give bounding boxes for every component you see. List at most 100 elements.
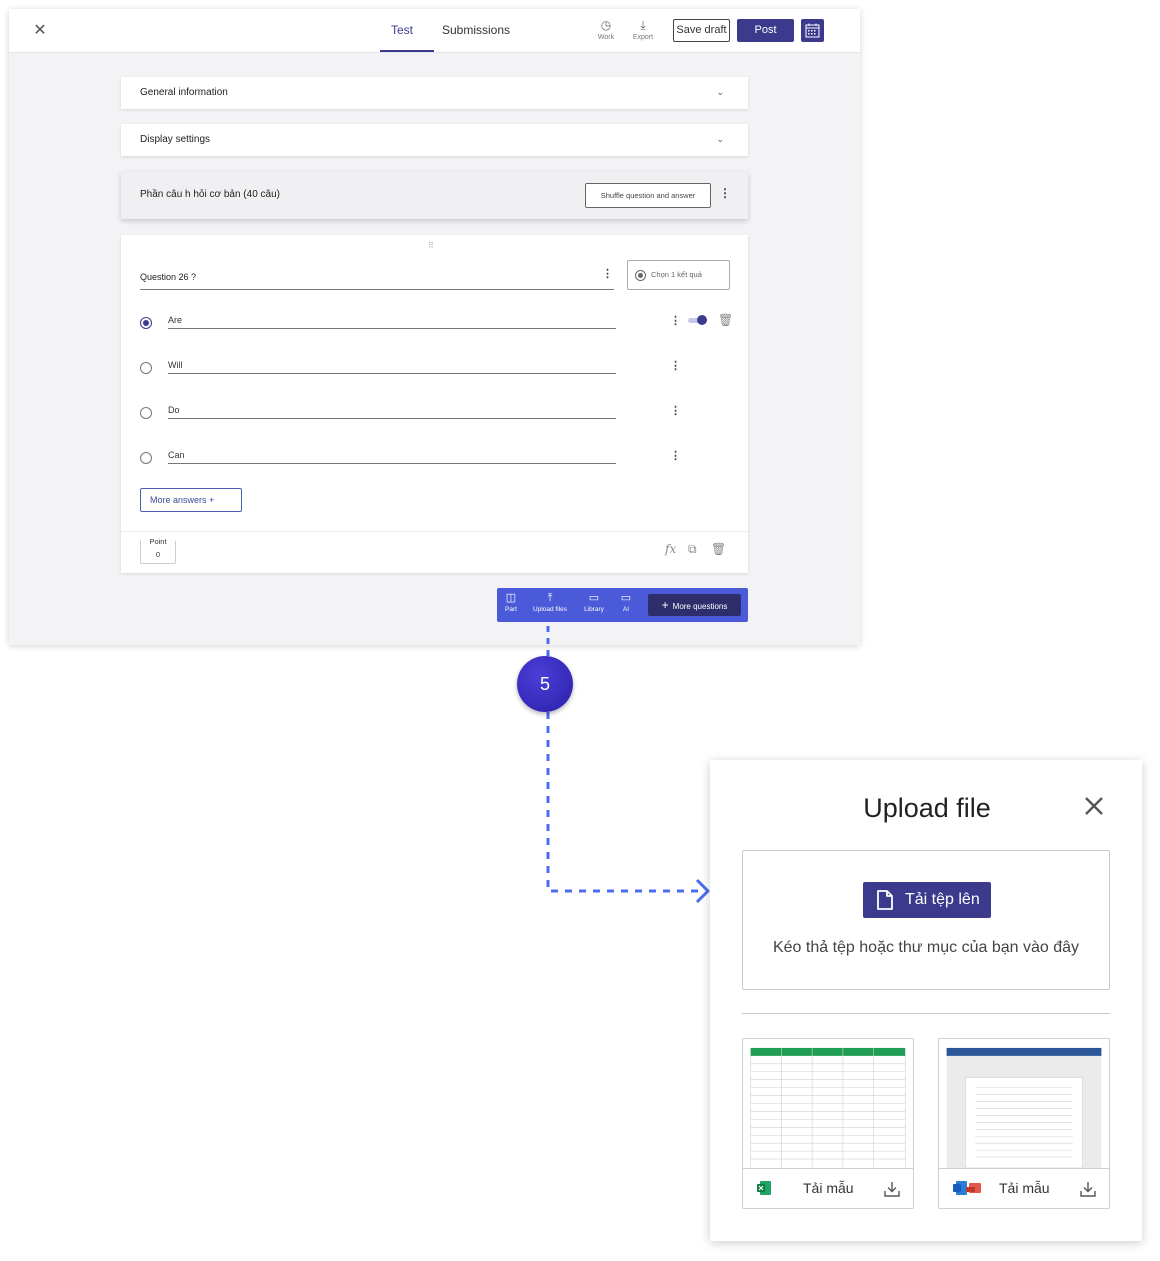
word-template-preview: [939, 1047, 1109, 1169]
shuffle-button[interactable]: Shuffle question and answer: [585, 183, 711, 208]
download-icon[interactable]: [1079, 1180, 1097, 1198]
answer-row: Will ⋮: [140, 360, 728, 380]
part-tool-label: Part: [505, 606, 517, 613]
answer-underline: [168, 328, 616, 329]
download-template-label[interactable]: Tải mẫu: [803, 1180, 854, 1196]
question-options-icon[interactable]: ⋮: [602, 268, 613, 280]
chevron-down-icon[interactable]: ⌄: [716, 134, 724, 145]
ai-tool[interactable]: ▭ AI: [609, 592, 643, 613]
word-template-card[interactable]: Tải mẫu: [938, 1038, 1110, 1209]
excel-icon: [757, 1181, 771, 1195]
part-title: Phần câu h hỏi cơ bản (40 câu): [140, 189, 280, 200]
display-settings-title: Display settings: [140, 134, 211, 145]
delete-question-icon[interactable]: 🗑: [711, 542, 726, 556]
excel-template-card[interactable]: Tải mẫu: [742, 1038, 914, 1209]
upload-files-label: Upload files: [533, 606, 567, 613]
general-information-title: General information: [140, 87, 228, 98]
more-questions-button[interactable]: + More questions: [648, 594, 741, 616]
answer-row: Do ⋮: [140, 405, 728, 425]
answer-underline: [168, 373, 616, 374]
answer-options-icon[interactable]: ⋮: [670, 359, 681, 372]
tab-test[interactable]: Test: [391, 23, 413, 37]
more-questions-label: More questions: [672, 602, 728, 611]
modal-title: Upload file: [863, 793, 991, 823]
upload-file-label: Tải tệp lên: [905, 891, 980, 908]
tab-submissions[interactable]: Submissions: [442, 23, 510, 37]
clock-icon: ◷: [600, 18, 612, 32]
formula-icon[interactable]: 𝑓x: [665, 542, 676, 556]
answer-options-icon[interactable]: ⋮: [670, 449, 681, 462]
upload-icon: ⤒: [547, 592, 553, 604]
answer-text[interactable]: Do: [168, 405, 180, 415]
download-template-label[interactable]: Tải mẫu: [999, 1180, 1050, 1196]
close-icon[interactable]: ✕: [31, 22, 49, 40]
more-options-icon[interactable]: ⋮: [719, 187, 731, 199]
save-draft-button[interactable]: Save draft: [673, 19, 730, 42]
radio-type-icon: [635, 270, 646, 281]
work-label: Work: [597, 34, 615, 41]
file-drop-zone[interactable]: Tải tệp lên Kéo thả tệp hoặc thư mục của…: [742, 850, 1110, 990]
ai-label: AI: [622, 606, 630, 613]
export-button[interactable]: ⤓ Export: [628, 19, 658, 41]
excel-template-preview: [743, 1047, 913, 1169]
point-field[interactable]: Point 0: [140, 537, 176, 564]
upload-files-tool[interactable]: ⤒ Upload files: [527, 592, 573, 613]
point-value[interactable]: 0: [141, 550, 175, 559]
calendar-button[interactable]: [801, 19, 824, 42]
word-pdf-icon: [953, 1181, 981, 1195]
top-bar: ✕ Test Submissions ◷ Work ⤓ Export Save …: [9, 9, 860, 53]
card-divider: [121, 531, 748, 532]
close-icon[interactable]: [1082, 794, 1106, 818]
answer-row: Can ⋮: [140, 450, 728, 470]
point-label: Point: [141, 537, 175, 546]
answer-type-label: Chọn 1 kết quả: [651, 270, 702, 279]
question-part-header: Phần câu h hỏi cơ bản (40 câu) Shuffle q…: [121, 172, 748, 219]
active-tab-indicator: [380, 50, 434, 52]
question-card: ⠿ Question 26 ? ⋮ Chọn 1 kết quả Are ⋮ 🗑…: [121, 235, 748, 573]
drop-hint: Kéo thả tệp hoặc thư mục của bạn vào đây: [772, 939, 1080, 956]
answer-radio[interactable]: [140, 362, 152, 374]
chevron-down-icon[interactable]: ⌄: [716, 87, 724, 98]
correct-answer-toggle[interactable]: [688, 315, 708, 325]
question-underline: [140, 289, 614, 290]
download-icon: ⤓: [640, 18, 646, 32]
work-button[interactable]: ◷ Work: [591, 19, 621, 41]
part-tool[interactable]: ◫ Part: [494, 592, 528, 613]
more-answers-button[interactable]: More answers +: [140, 488, 242, 512]
question-toolbar: ◫ Part ⤒ Upload files ▭ Library ▭ AI + Mo…: [497, 588, 748, 622]
answer-options-icon[interactable]: ⋮: [670, 314, 681, 327]
answer-options-icon[interactable]: ⋮: [670, 404, 681, 417]
answer-underline: [168, 463, 616, 464]
display-settings-section[interactable]: Display settings ⌄: [121, 124, 748, 156]
part-icon: ◫: [505, 592, 517, 604]
library-label: Library: [584, 606, 604, 613]
step-badge: 5: [517, 656, 573, 712]
folder-icon: ▭: [620, 592, 632, 604]
library-tool[interactable]: ▭ Library: [577, 592, 611, 613]
duplicate-icon[interactable]: ⧉: [688, 542, 697, 557]
answer-type-select[interactable]: Chọn 1 kết quả: [627, 260, 730, 290]
general-information-section[interactable]: General information ⌄: [121, 77, 748, 109]
download-icon[interactable]: [883, 1180, 901, 1198]
test-editor-window: ✕ Test Submissions ◷ Work ⤓ Export Save …: [9, 9, 860, 645]
answer-text[interactable]: Are: [168, 315, 182, 325]
answer-radio[interactable]: [140, 452, 152, 464]
drag-handle-icon[interactable]: ⠿: [428, 241, 435, 250]
plus-icon: +: [661, 598, 669, 612]
answer-radio-selected[interactable]: [140, 317, 152, 329]
folder-icon: ▭: [588, 592, 600, 604]
answer-text[interactable]: Can: [168, 450, 185, 460]
post-button[interactable]: Post: [737, 19, 794, 42]
answer-text[interactable]: Will: [168, 360, 183, 370]
file-icon: [877, 890, 893, 910]
upload-file-button[interactable]: Tải tệp lên: [863, 882, 991, 918]
modal-divider: [742, 1013, 1110, 1014]
answer-radio[interactable]: [140, 407, 152, 419]
export-label: Export: [632, 34, 654, 41]
answer-row: Are ⋮ 🗑: [140, 313, 733, 335]
upload-file-modal: Upload file Tải tệp lên Kéo thả tệp hoặc…: [710, 760, 1142, 1241]
answer-underline: [168, 418, 616, 419]
question-title[interactable]: Question 26 ?: [140, 272, 196, 282]
delete-answer-icon[interactable]: 🗑: [718, 313, 733, 327]
calendar-icon: [805, 23, 820, 38]
